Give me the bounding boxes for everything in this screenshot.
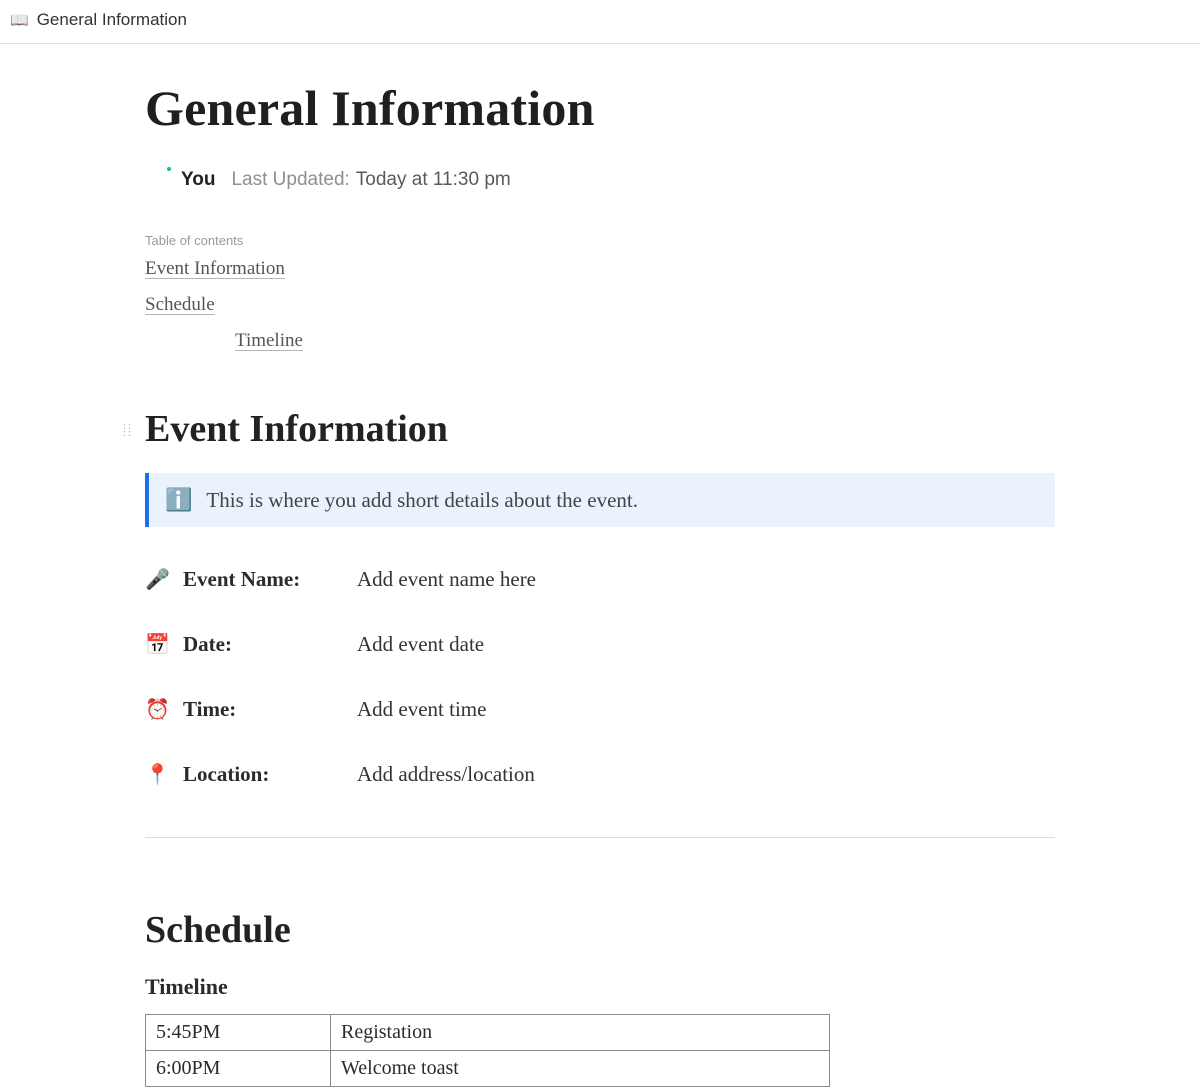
toc-link[interactable]: Event Information xyxy=(145,258,285,279)
table-row[interactable]: 5:45PM Registation xyxy=(146,1015,830,1051)
calendar-icon: 📅 xyxy=(145,632,169,657)
detail-value[interactable]: Add event name here xyxy=(357,567,536,592)
timeline-item-cell[interactable]: Registation xyxy=(331,1015,830,1051)
detail-row-event-name[interactable]: 🎤 Event Name: Add event name here xyxy=(145,567,1055,592)
toc-label: Table of contents xyxy=(145,233,1055,248)
detail-row-time[interactable]: ⏰ Time: Add event time xyxy=(145,697,1055,722)
heading-schedule[interactable]: Schedule xyxy=(145,908,1055,952)
microphone-icon: 🎤 xyxy=(145,567,169,592)
section-event-information: :: :: Event Information ℹ️ This is where… xyxy=(145,407,1055,838)
detail-label: Time: xyxy=(183,697,343,722)
timeline-time-cell[interactable]: 6:00PM xyxy=(146,1051,331,1087)
detail-label: Location: xyxy=(183,762,343,787)
detail-value[interactable]: Add address/location xyxy=(357,762,535,787)
detail-row-date[interactable]: 📅 Date: Add event date xyxy=(145,632,1055,657)
event-details: 🎤 Event Name: Add event name here 📅 Date… xyxy=(145,567,1055,787)
heading-timeline[interactable]: Timeline xyxy=(145,974,1055,1000)
author-avatar[interactable] xyxy=(145,167,171,193)
timeline-time-cell[interactable]: 5:45PM xyxy=(146,1015,331,1051)
pin-icon: 📍 xyxy=(145,762,169,787)
timeline-item-cell[interactable]: Welcome toast xyxy=(331,1051,830,1087)
toc-link[interactable]: Schedule xyxy=(145,294,215,315)
info-callout[interactable]: ℹ️ This is where you add short details a… xyxy=(145,473,1055,527)
section-schedule: Schedule Timeline 5:45PM Registation 6:0… xyxy=(145,908,1055,1087)
detail-label: Date: xyxy=(183,632,343,657)
detail-value[interactable]: Add event date xyxy=(357,632,484,657)
heading-event-information[interactable]: Event Information xyxy=(145,407,1055,451)
toc-link[interactable]: Timeline xyxy=(235,330,303,351)
detail-value[interactable]: Add event time xyxy=(357,697,486,722)
presence-indicator-icon xyxy=(165,165,173,173)
detail-label: Event Name: xyxy=(183,567,343,592)
timeline-table[interactable]: 5:45PM Registation 6:00PM Welcome toast xyxy=(145,1014,830,1087)
clock-icon: ⏰ xyxy=(145,697,169,722)
breadcrumb-bar: 📖 General Information xyxy=(0,0,1200,44)
last-updated-value: Today at 11:30 pm xyxy=(356,169,511,191)
table-of-contents: Event Information Schedule Timeline xyxy=(145,258,1055,352)
section-divider xyxy=(145,837,1055,838)
page-content: General Information You Last Updated: To… xyxy=(145,44,1055,1087)
toc-item-event-information[interactable]: Event Information xyxy=(145,258,1055,280)
table-row[interactable]: 6:00PM Welcome toast xyxy=(146,1051,830,1087)
last-updated-label: Last Updated: xyxy=(231,169,349,191)
page-meta: You Last Updated: Today at 11:30 pm xyxy=(145,167,1055,193)
detail-row-location[interactable]: 📍 Location: Add address/location xyxy=(145,762,1055,787)
toc-item-schedule[interactable]: Schedule xyxy=(145,294,1055,316)
info-icon: ℹ️ xyxy=(165,487,192,513)
callout-text: This is where you add short details abou… xyxy=(206,488,638,513)
breadcrumb-title[interactable]: General Information xyxy=(37,10,187,30)
drag-handle-icon[interactable]: :: :: xyxy=(123,423,137,437)
book-icon: 📖 xyxy=(10,13,29,28)
toc-item-timeline[interactable]: Timeline xyxy=(145,330,1055,352)
page-title[interactable]: General Information xyxy=(145,79,1055,137)
author-name[interactable]: You xyxy=(181,169,215,191)
